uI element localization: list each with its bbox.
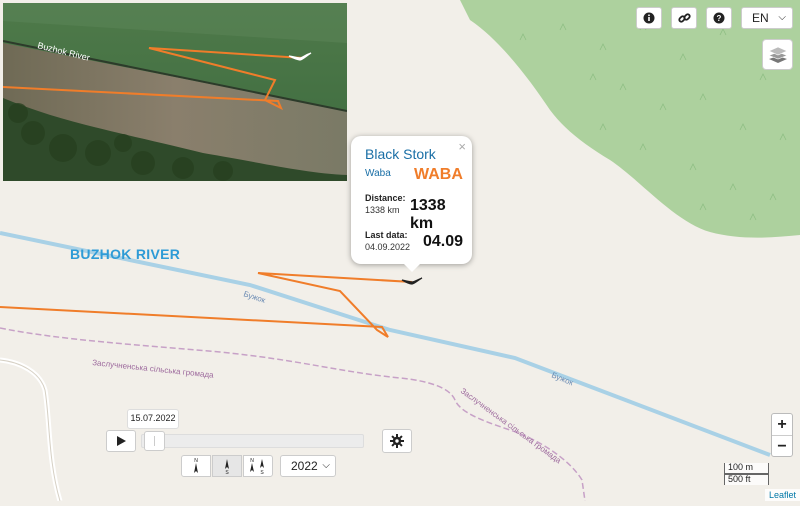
last-data-label: Last data: <box>365 230 408 240</box>
zoom-in-button[interactable]: + <box>772 414 792 436</box>
scale-imperial: 500 ft <box>724 474 769 485</box>
language-select[interactable]: EN ⌵ <box>741 7 793 29</box>
north-arrow-icon: N <box>194 458 198 473</box>
last-data-highlight: 04.09 <box>423 233 464 250</box>
help-icon: ? <box>713 12 725 24</box>
year-value: 2022 <box>291 459 318 473</box>
north-up-button[interactable]: N <box>181 455 211 477</box>
popup-name-highlight: WABA <box>414 166 463 183</box>
chevron-down-icon: ⌵ <box>778 12 786 23</box>
south-up-button[interactable]: S <box>212 455 242 477</box>
distance-label: Distance: <box>365 193 406 203</box>
last-data-value: 04.09.2022 <box>365 242 411 252</box>
svg-text:N: N <box>250 458 254 464</box>
language-value: EN <box>752 11 769 25</box>
popup-title: Black Stork <box>365 146 436 162</box>
zoom-out-button[interactable]: − <box>772 436 792 457</box>
settings-button[interactable] <box>382 429 412 453</box>
play-button[interactable] <box>106 430 136 452</box>
satellite-image: Buzhok River <box>3 3 347 181</box>
distance-value: 1338 km <box>365 205 400 215</box>
layers-button[interactable] <box>762 39 793 70</box>
layers-icon <box>767 46 788 63</box>
north-south-icon: N S <box>250 458 264 475</box>
help-button[interactable]: ? <box>706 7 732 29</box>
info-button[interactable] <box>636 7 662 29</box>
popup-close-icon[interactable]: × <box>458 139 466 154</box>
zoom-control: + − <box>771 413 793 457</box>
timeline-slider-track[interactable] <box>141 434 364 448</box>
svg-text:S: S <box>225 470 229 475</box>
svg-text:N: N <box>194 458 198 464</box>
timeline-date-tooltip: 15.07.2022 <box>127 409 179 429</box>
scale-metric: 100 m <box>724 463 769 474</box>
popup-subtitle: Waba <box>365 168 391 179</box>
chevron-down-icon: ⌵ <box>322 460 330 471</box>
bird-popup: Black Stork × Waba WABA Distance: 1338 k… <box>351 136 472 272</box>
play-icon <box>117 436 126 446</box>
info-icon <box>643 12 655 24</box>
year-select[interactable]: 2022 ⌵ <box>280 455 336 477</box>
svg-text:?: ? <box>717 14 722 23</box>
distance-highlight: 1338 km <box>410 197 446 232</box>
attribution-link[interactable]: Leaflet <box>764 489 800 501</box>
svg-text:S: S <box>260 470 264 475</box>
satellite-inset: Buzhok River <box>3 3 347 181</box>
link-icon <box>677 12 691 23</box>
river-name-label: BUZHOK RIVER <box>70 246 181 262</box>
auto-orient-button[interactable]: N S <box>243 455 273 477</box>
south-arrow-icon: S <box>225 459 229 475</box>
gear-icon <box>390 434 404 448</box>
timeline-slider-thumb[interactable] <box>144 431 165 451</box>
link-button[interactable] <box>671 7 697 29</box>
